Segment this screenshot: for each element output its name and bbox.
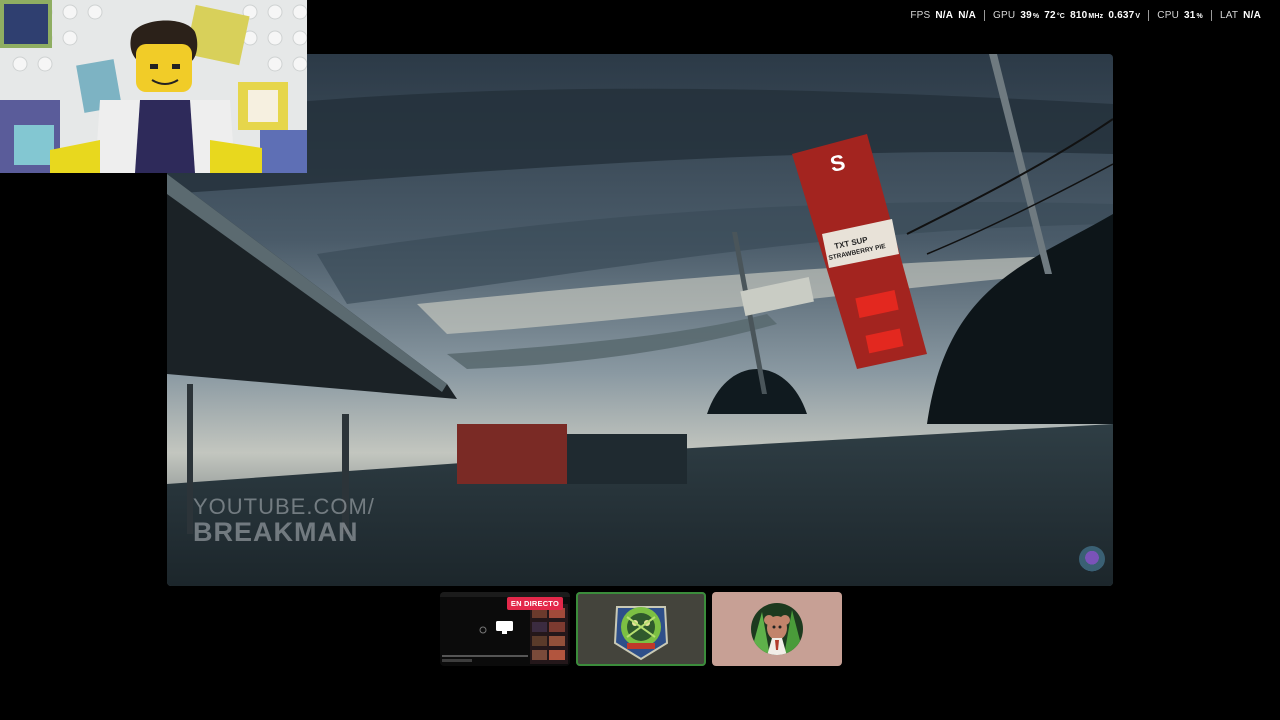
watermark-url: YOUTUBE.COM/ <box>193 494 375 519</box>
webcam-overlay[interactable] <box>0 0 307 173</box>
webcam-frame <box>0 0 307 173</box>
watermark-channel: BREAKMAN <box>193 517 359 548</box>
speaker-avatar-icon[interactable] <box>1079 546 1105 572</box>
gpu-clock: 810MHz <box>1070 10 1104 21</box>
participant-strip: EN DIRECTO <box>440 592 842 666</box>
gpu-label: GPU <box>993 10 1016 21</box>
latency-group: LAT N/A <box>1210 10 1269 21</box>
participant-2-avatar <box>751 603 803 655</box>
cpu-label: CPU <box>1157 10 1179 21</box>
main-stream-video[interactable]: S TXT SUP STRAWBERRY PIE YOUTUBE.COM/ BR… <box>167 54 1113 586</box>
gpu-temp: 72°C <box>1044 10 1066 21</box>
performance-overlay: FPS N/A N/A GPU 39% 72°C 810MHz 0.637V C… <box>902 10 1269 21</box>
fps-value-1: N/A <box>935 10 954 21</box>
fps-label: FPS <box>910 10 931 21</box>
lat-label: LAT <box>1219 10 1239 21</box>
cpu-usage: 31% <box>1184 10 1203 21</box>
fps-group: FPS N/A N/A <box>902 10 984 21</box>
call-stage: FPS N/A N/A GPU 39% 72°C 810MHz 0.637V C… <box>0 0 1280 720</box>
gpu-group: GPU 39% 72°C 810MHz 0.637V <box>984 10 1148 21</box>
cpu-group: CPU 31% <box>1148 10 1211 21</box>
fps-value-2: N/A <box>958 10 977 21</box>
screen-share-icon <box>496 621 513 634</box>
channel-watermark: YOUTUBE.COM/ BREAKMAN <box>193 494 375 548</box>
thumbnail-participant-1[interactable] <box>576 592 706 666</box>
live-badge: EN DIRECTO <box>506 597 563 610</box>
lat-value: N/A <box>1243 10 1261 21</box>
participant-1-avatar <box>613 606 669 661</box>
thumbnail-participant-2[interactable] <box>712 592 842 666</box>
thumbnail-screen-share[interactable]: EN DIRECTO <box>440 592 570 666</box>
gpu-usage: 39% <box>1020 10 1040 21</box>
gpu-voltage: 0.637V <box>1108 10 1141 21</box>
